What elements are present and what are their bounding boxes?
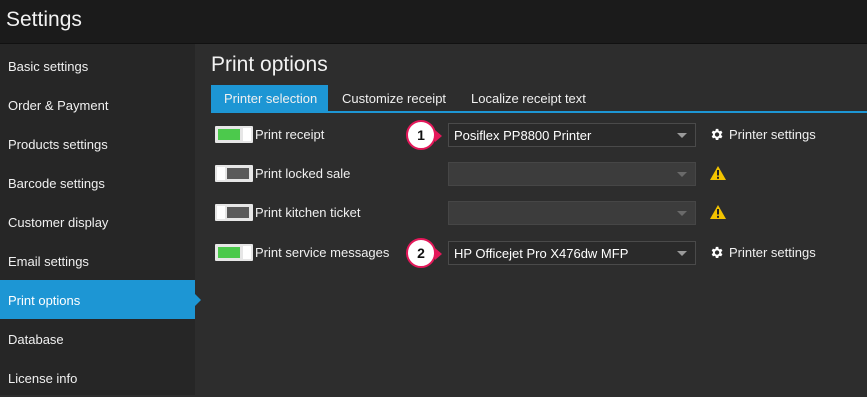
print-locked-sale-label: Print locked sale <box>255 166 351 181</box>
print-receipt-toggle[interactable] <box>215 126 253 143</box>
tab-label: Customize receipt <box>342 91 447 106</box>
sidebar-item-customer-display[interactable]: Customer display <box>0 202 195 241</box>
sidebar-item-label: Products settings <box>8 137 108 152</box>
print-locked-sale-toggle[interactable] <box>215 165 253 182</box>
page-title: Print options <box>211 53 328 76</box>
sidebar-item-email-settings[interactable]: Email settings <box>0 241 195 280</box>
warning-triangle-icon <box>710 166 726 180</box>
callout-badge-2: 2 <box>406 238 442 268</box>
print-receipt-row: Print receipt 1 Posiflex PP8800 Printer … <box>215 120 855 150</box>
tab-label: Localize receipt text <box>471 91 586 106</box>
gear-icon <box>711 128 723 140</box>
warning-triangle-icon <box>710 205 726 219</box>
window-title: Settings <box>6 8 82 31</box>
tab-printer-selection[interactable]: Printer selection <box>211 85 328 112</box>
sidebar-item-order-payment[interactable]: Order & Payment <box>0 85 195 124</box>
sidebar-item-label: Order & Payment <box>8 98 109 113</box>
print-service-messages-label: Print service messages <box>255 245 390 260</box>
tab-localize-receipt-text[interactable]: Localize receipt text <box>458 85 598 112</box>
chevron-down-icon <box>677 211 687 216</box>
sidebar-item-print-options[interactable]: Print options <box>0 280 201 319</box>
sidebar-item-database[interactable]: Database <box>0 319 195 358</box>
sidebar-item-label: License info <box>8 371 78 386</box>
print-kitchen-ticket-label: Print kitchen ticket <box>255 205 361 220</box>
sidebar-item-label: Customer display <box>8 215 109 230</box>
selected-printer: HP Officejet Pro X476dw MFP <box>454 246 629 261</box>
sidebar-item-barcode-settings[interactable]: Barcode settings <box>0 163 195 202</box>
print-receipt-label: Print receipt <box>255 127 325 142</box>
printer-settings-label: Printer settings <box>729 127 816 142</box>
sidebar-item-label: Basic settings <box>8 59 89 74</box>
main-panel: Print options Printer selection Customiz… <box>195 44 867 395</box>
sidebar-item-label: Print options <box>8 293 81 308</box>
print-kitchen-ticket-row: Print kitchen ticket <box>215 201 855 225</box>
sidebar-item-products-settings[interactable]: Products settings <box>0 124 195 163</box>
sidebar-item-label: Email settings <box>8 254 89 269</box>
tab-customize-receipt[interactable]: Customize receipt <box>329 85 449 112</box>
sidebar: Basic settings Order & Payment Products … <box>0 44 201 397</box>
print-service-messages-toggle[interactable] <box>215 244 253 261</box>
print-kitchen-ticket-printer-select <box>448 201 696 225</box>
print-service-messages-printer-select[interactable]: HP Officejet Pro X476dw MFP <box>448 241 696 265</box>
tab-underline <box>211 111 867 113</box>
print-receipt-printer-select[interactable]: Posiflex PP8800 Printer <box>448 123 696 147</box>
printer-settings-label: Printer settings <box>729 245 816 260</box>
sidebar-item-license-info[interactable]: License info <box>0 358 195 397</box>
print-locked-sale-row: Print locked sale <box>215 162 855 186</box>
tab-label: Printer selection <box>224 91 318 106</box>
chevron-down-icon <box>677 172 687 177</box>
sidebar-item-label: Database <box>8 332 64 347</box>
callout-badge-1: 1 <box>406 120 442 150</box>
chevron-down-icon <box>677 251 687 256</box>
selected-printer: Posiflex PP8800 Printer <box>454 128 592 143</box>
print-locked-sale-printer-select <box>448 162 696 186</box>
print-kitchen-ticket-toggle[interactable] <box>215 204 253 221</box>
sidebar-item-basic-settings[interactable]: Basic settings <box>0 46 195 85</box>
gear-icon <box>711 246 723 258</box>
title-bar: Settings <box>0 0 867 44</box>
sidebar-item-label: Barcode settings <box>8 176 105 191</box>
chevron-down-icon <box>677 133 687 138</box>
print-service-messages-row: Print service messages 2 HP Officejet Pr… <box>215 238 855 268</box>
